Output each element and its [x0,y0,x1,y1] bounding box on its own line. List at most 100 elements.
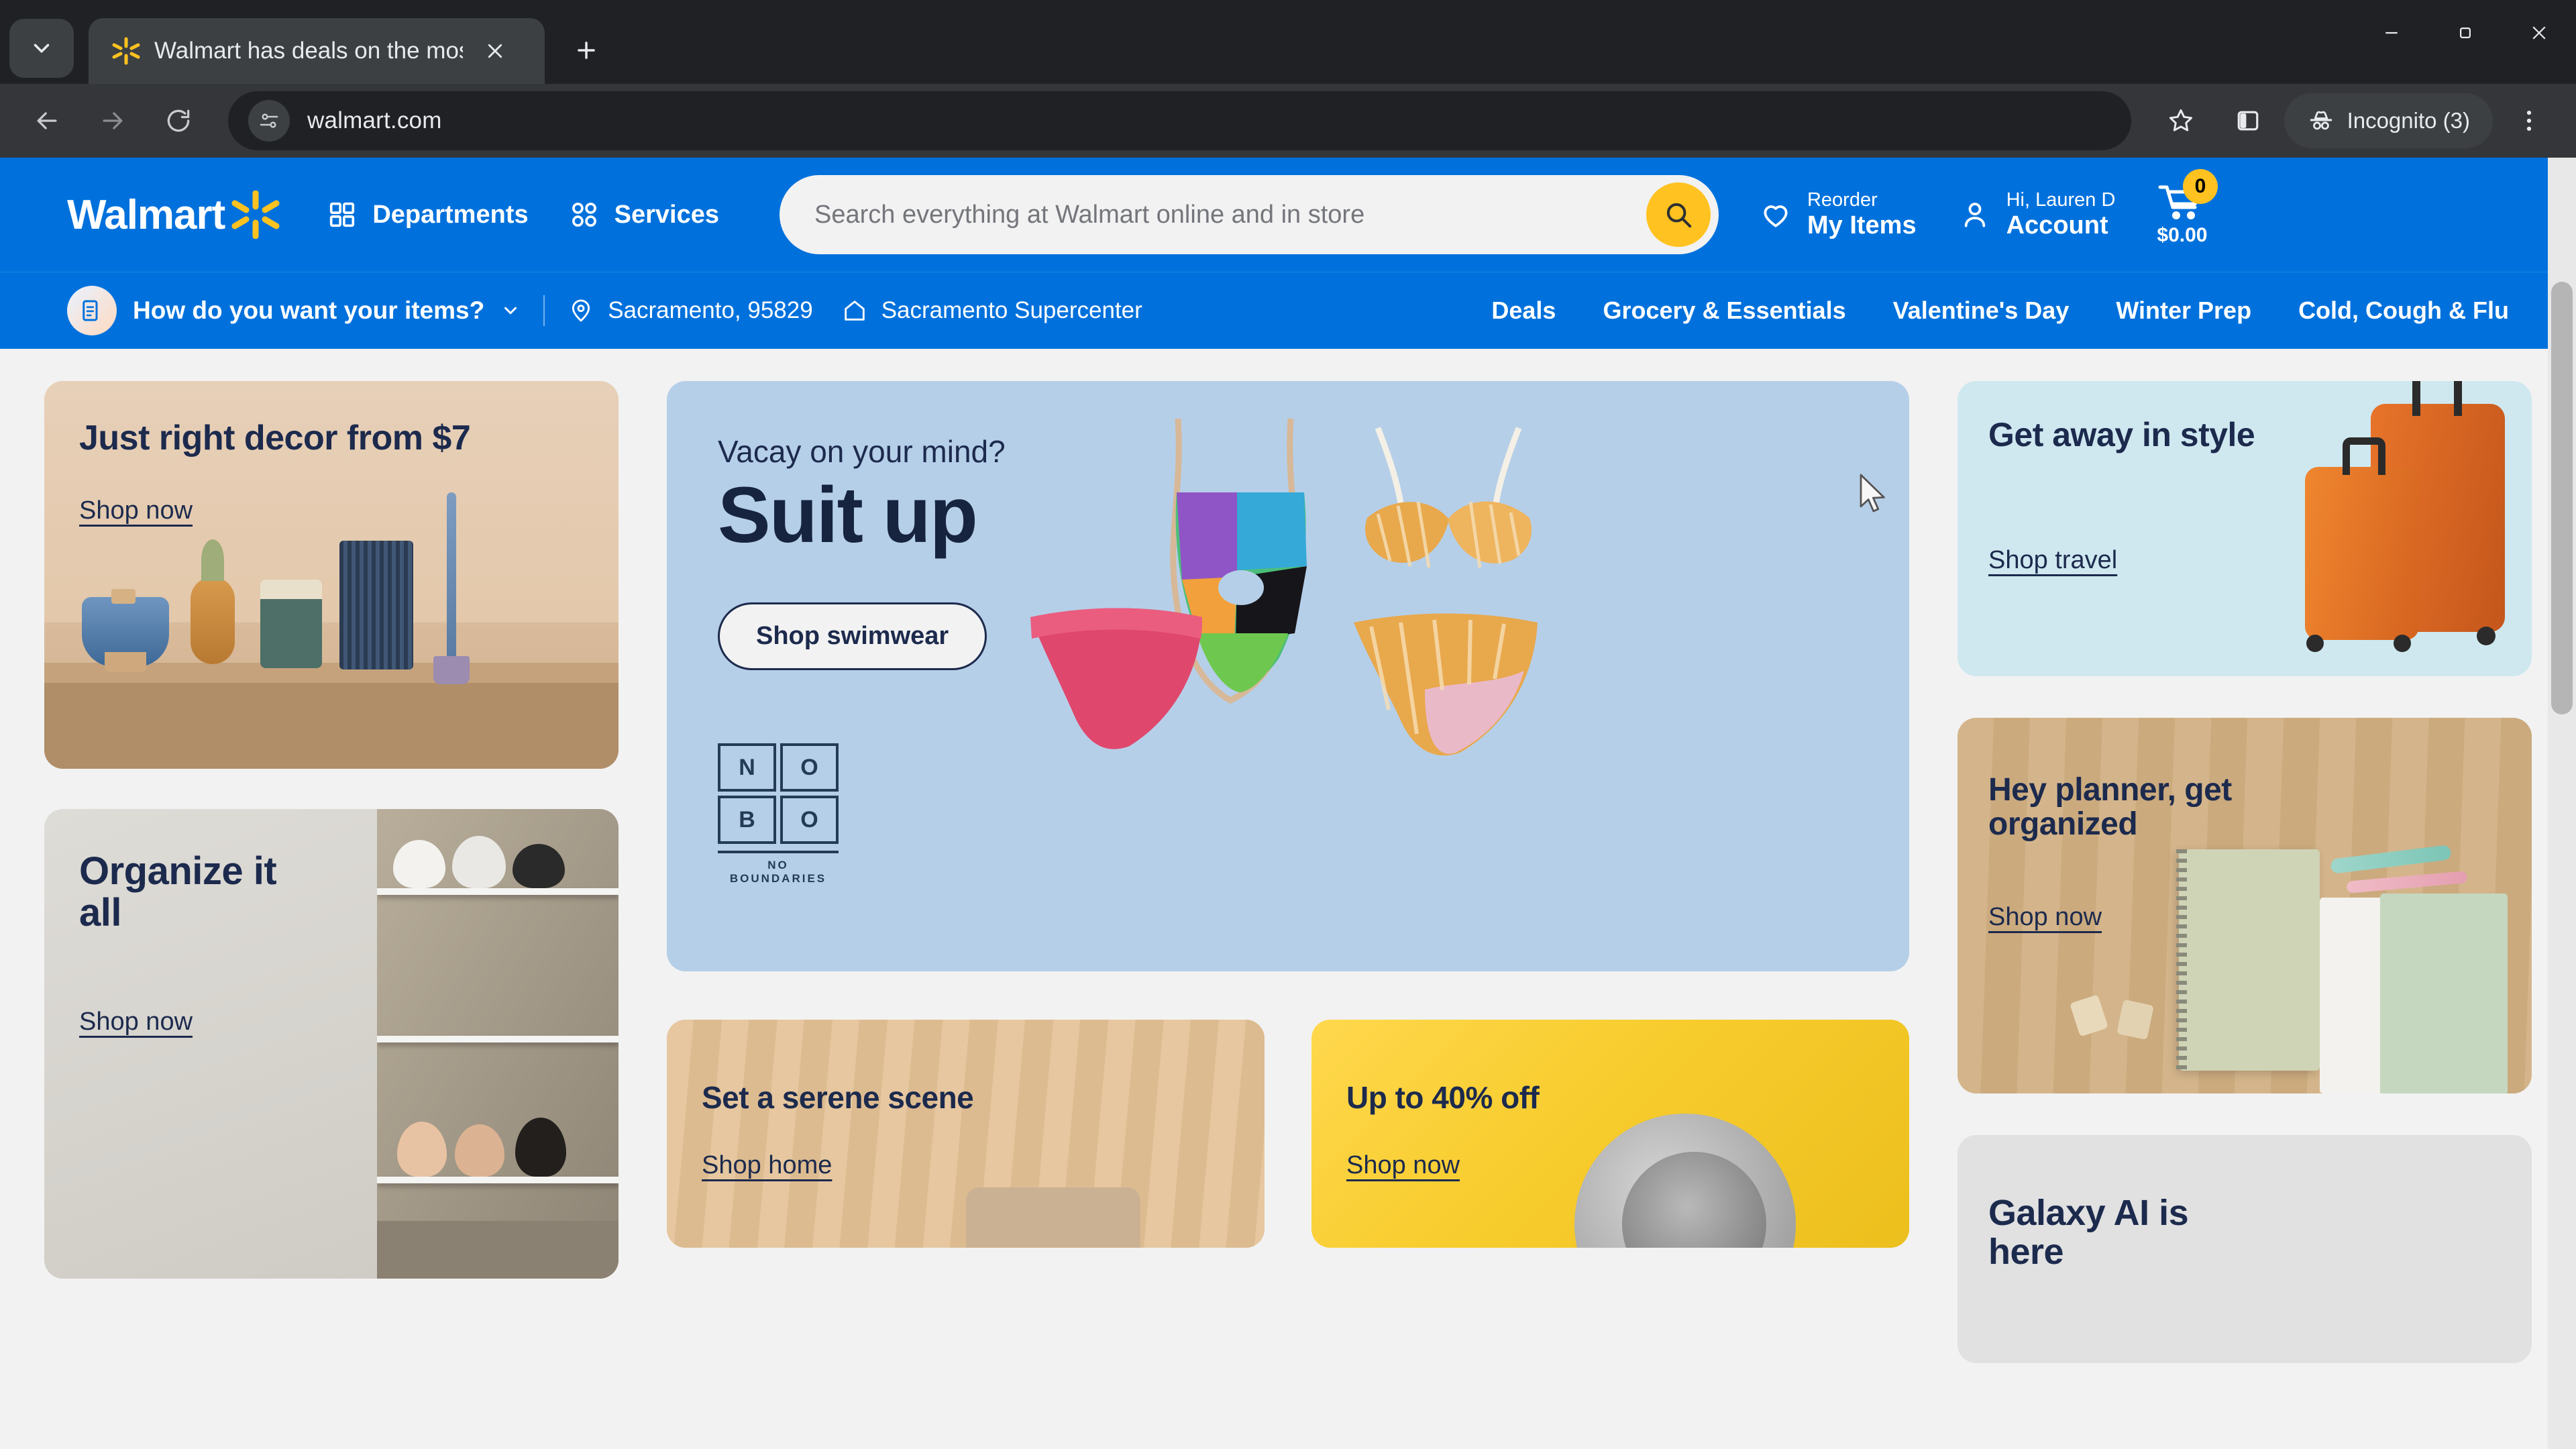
toolbar-right-group: Incognito (3) [2150,90,2560,152]
subnav-divider [543,295,545,326]
window-close-button[interactable] [2502,0,2576,66]
grid-column-middle: Vacay on your mind? Suit up Shop swimwea… [667,381,1909,1248]
store-icon [844,301,865,321]
green-planner [2380,894,2508,1093]
site-settings-icon[interactable] [248,100,290,142]
browser-toolbar: walmart.com Incognito (3) [0,84,2576,158]
browser-menu-button[interactable] [2498,90,2560,152]
walmart-subnav: How do you want your items? Sacramento, … [0,272,2576,349]
plus-icon [578,42,595,59]
card-hero-eyebrow: Vacay on your mind? [718,434,1006,469]
card-serene-link[interactable]: Shop home [702,1151,832,1180]
nobo-rule [718,851,839,853]
incognito-label: Incognito (3) [2347,108,2470,133]
page-scrollbar-thumb[interactable] [2551,282,2573,714]
search-submit-button[interactable] [1646,182,1711,247]
suitcase-wheel [2306,635,2324,652]
subnav-link-deals[interactable]: Deals [1491,297,1556,325]
side-panel-button[interactable] [2217,90,2279,152]
card-travel[interactable]: Get away in style Shop travel [1957,381,2532,676]
minimize-button[interactable] [2355,0,2428,66]
store-selector[interactable]: Sacramento Supercenter [841,297,1142,324]
tab-close-button[interactable] [476,32,514,70]
user-icon [1964,203,1985,227]
card-organize-link[interactable]: Shop now [79,1008,193,1036]
decor-green-candle [260,580,322,668]
account-menu[interactable]: Hi, Lauren D Account [1958,189,2115,239]
address-bar[interactable]: walmart.com [228,91,2131,150]
bikini-top-striped [1351,419,1546,586]
card-planner[interactable]: Hey planner, get organized Shop now [1957,718,2532,1093]
walmart-spark-icon [231,190,280,239]
card-serene[interactable]: Set a serene scene Shop home [667,1020,1265,1248]
decor-jar-lid [111,589,136,604]
forward-arrow-icon [103,112,123,129]
rack-rail [377,1036,619,1042]
card-forty-link[interactable]: Shop now [1346,1151,1460,1180]
search-input[interactable] [814,200,1646,229]
suitcase-small-handle [2343,437,2385,475]
services-menu[interactable]: Services [569,199,719,230]
subnav-link-valentines[interactable]: Valentine's Day [1893,297,2070,325]
three-dot-menu-icon [2526,110,2532,131]
shoe [397,1122,447,1177]
walmart-logo[interactable]: Walmart [67,190,280,239]
shop-swimwear-button[interactable]: Shop swimwear [718,602,987,670]
serene-pillow [965,1187,1140,1248]
card-hero-title: Suit up [718,471,978,559]
store-label: Sacramento Supercenter [881,297,1142,323]
heart-icon [1764,205,1788,227]
grid-column-left: Just right decor from $7 Shop now Organi… [44,381,619,1279]
grid-column-right: Get away in style Shop travel Hey planne… [1957,381,2532,1363]
close-icon [2532,26,2546,40]
card-galaxy-ai[interactable]: Galaxy AI is here [1957,1135,2532,1363]
maximize-button[interactable] [2428,0,2502,66]
walmart-page: Walmart Departments Services Search ever… [0,158,2576,1449]
card-decor[interactable]: Just right decor from $7 Shop now [44,381,619,769]
card-travel-link[interactable]: Shop travel [1988,546,2117,575]
card-travel-title: Get away in style [1988,416,2255,453]
cart-button[interactable]: 0 $0.00 [2157,169,2218,247]
card-hero-swimwear[interactable]: Vacay on your mind? Suit up Shop swimwea… [667,381,1909,971]
maximize-icon [2460,28,2471,38]
subnav-link-winter[interactable]: Winter Prep [2116,297,2251,325]
search-bar[interactable] [779,175,1719,254]
incognito-hat-icon [2310,111,2332,130]
page-scrollbar[interactable] [2548,158,2576,1449]
organize-background-right [377,809,619,1279]
rack-rail [377,888,619,895]
reorder-label: Reorder [1807,189,1878,211]
forward-button[interactable] [82,90,144,152]
homepage-card-grid: Just right decor from $7 Shop now Organi… [0,349,2576,1363]
incognito-indicator[interactable]: Incognito (3) [2284,93,2493,148]
close-icon [488,44,502,58]
bookmark-button[interactable] [2150,90,2212,152]
browser-tab[interactable]: Walmart has deals on the most [89,18,545,84]
floral-notebook [2179,849,2320,1071]
services-label: Services [614,200,719,229]
tab-search-button[interactable] [9,19,74,78]
reorder-my-items-link[interactable]: Reorder My Items [1759,189,1917,239]
location-selector[interactable]: Sacramento, 95829 [568,297,813,324]
subnav-link-grocery[interactable]: Grocery & Essentials [1603,297,1845,325]
tab-strip: Walmart has deals on the most [0,0,2576,84]
decor-shelf-front [44,683,619,769]
suitcase-large-handle [2412,381,2462,416]
reload-button[interactable] [148,90,209,152]
card-forty-off[interactable]: Up to 40% off Shop now [1311,1020,1909,1248]
fulfillment-label: How do you want your items? [133,297,485,324]
departments-menu[interactable]: Departments [327,199,529,230]
decor-taper-candle [447,492,456,660]
card-organize[interactable]: Organize it all Shop now [44,809,619,1279]
new-tab-button[interactable] [561,25,612,76]
address-bar-url: walmart.com [307,107,442,133]
fulfillment-selector[interactable]: How do you want your items? [67,286,521,335]
grid-icon [330,202,355,227]
card-planner-link[interactable]: Shop now [1988,903,2102,932]
subnav-link-cold-flu[interactable]: Cold, Cough & Flu [2298,297,2509,325]
back-button[interactable] [16,90,78,152]
nobo-letter-n: N [718,743,776,792]
card-galaxy-title: Galaxy AI is here [1988,1193,2189,1272]
card-decor-link[interactable]: Shop now [79,496,193,525]
suitcase-wheel [2477,627,2496,645]
